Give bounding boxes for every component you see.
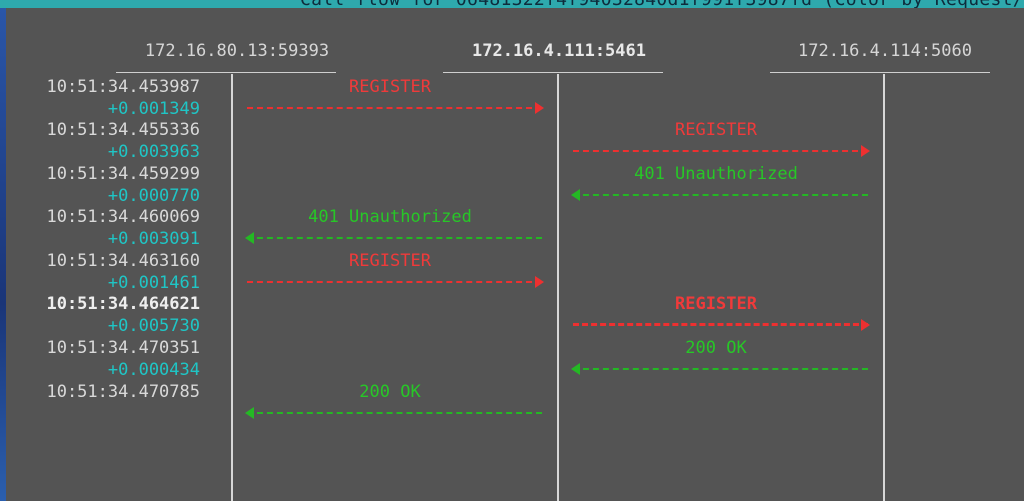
host-header-1: 172.16.80.13:59393 [144, 41, 330, 61]
message-label[interactable]: 401 Unauthorized [634, 164, 798, 184]
window-title-bar: Call flow for 06481322f4f94032840d1f991f… [0, 0, 1024, 8]
message-delta: +0.001461 [107, 273, 200, 293]
message-timestamp: 10:51:34.470351 [46, 338, 200, 358]
host-header-2: 172.16.4.111:5461 [472, 41, 646, 61]
message-arrow-right-selected[interactable] [573, 319, 870, 331]
message-label[interactable]: 200 OK [685, 338, 746, 358]
message-timestamp: 10:51:34.455336 [46, 120, 200, 140]
message-timestamp: 10:51:34.453987 [46, 77, 200, 97]
host-header-underline-2 [443, 72, 663, 73]
lifeline-host-1 [231, 74, 233, 501]
message-label[interactable]: REGISTER [675, 120, 757, 140]
message-label[interactable]: 200 OK [359, 382, 420, 402]
message-label-selected[interactable]: REGISTER [675, 294, 757, 314]
host-header-3: 172.16.4.114:5060 [798, 41, 972, 61]
host-header-underline-3 [770, 72, 990, 73]
message-label[interactable]: 401 Unauthorized [308, 207, 472, 227]
message-delta: +0.000770 [107, 186, 200, 206]
message-arrow-left[interactable] [245, 407, 542, 419]
window-title: Call flow for 06481322f4f94032840d1f991f… [300, 0, 1024, 8]
lifeline-host-2 [557, 74, 559, 501]
call-flow-panel[interactable]: 172.16.80.13:59393 172.16.4.111:5461 172… [6, 8, 1024, 501]
message-arrow-left[interactable] [245, 232, 542, 244]
message-timestamp: 10:51:34.470785 [46, 382, 200, 402]
message-timestamp: 10:51:34.459299 [46, 164, 200, 184]
message-timestamp: 10:51:34.463160 [46, 251, 200, 271]
message-arrow-right[interactable] [247, 102, 544, 114]
host-header-underline-1 [116, 72, 336, 73]
message-arrow-left[interactable] [571, 363, 868, 375]
lifeline-host-3 [883, 74, 885, 501]
message-timestamp: 10:51:34.460069 [46, 207, 200, 227]
message-delta: +0.000434 [107, 360, 200, 380]
message-arrow-right[interactable] [247, 276, 544, 288]
message-delta: +0.001349 [107, 99, 200, 119]
message-timestamp-selected: 10:51:34.464621 [46, 294, 200, 314]
message-arrow-left[interactable] [571, 189, 868, 201]
message-delta: +0.003091 [107, 229, 200, 249]
message-delta: +0.003963 [107, 142, 200, 162]
message-arrow-right[interactable] [573, 145, 870, 157]
message-delta: +0.005730 [107, 316, 200, 336]
message-label[interactable]: REGISTER [349, 251, 431, 271]
message-label[interactable]: REGISTER [349, 77, 431, 97]
